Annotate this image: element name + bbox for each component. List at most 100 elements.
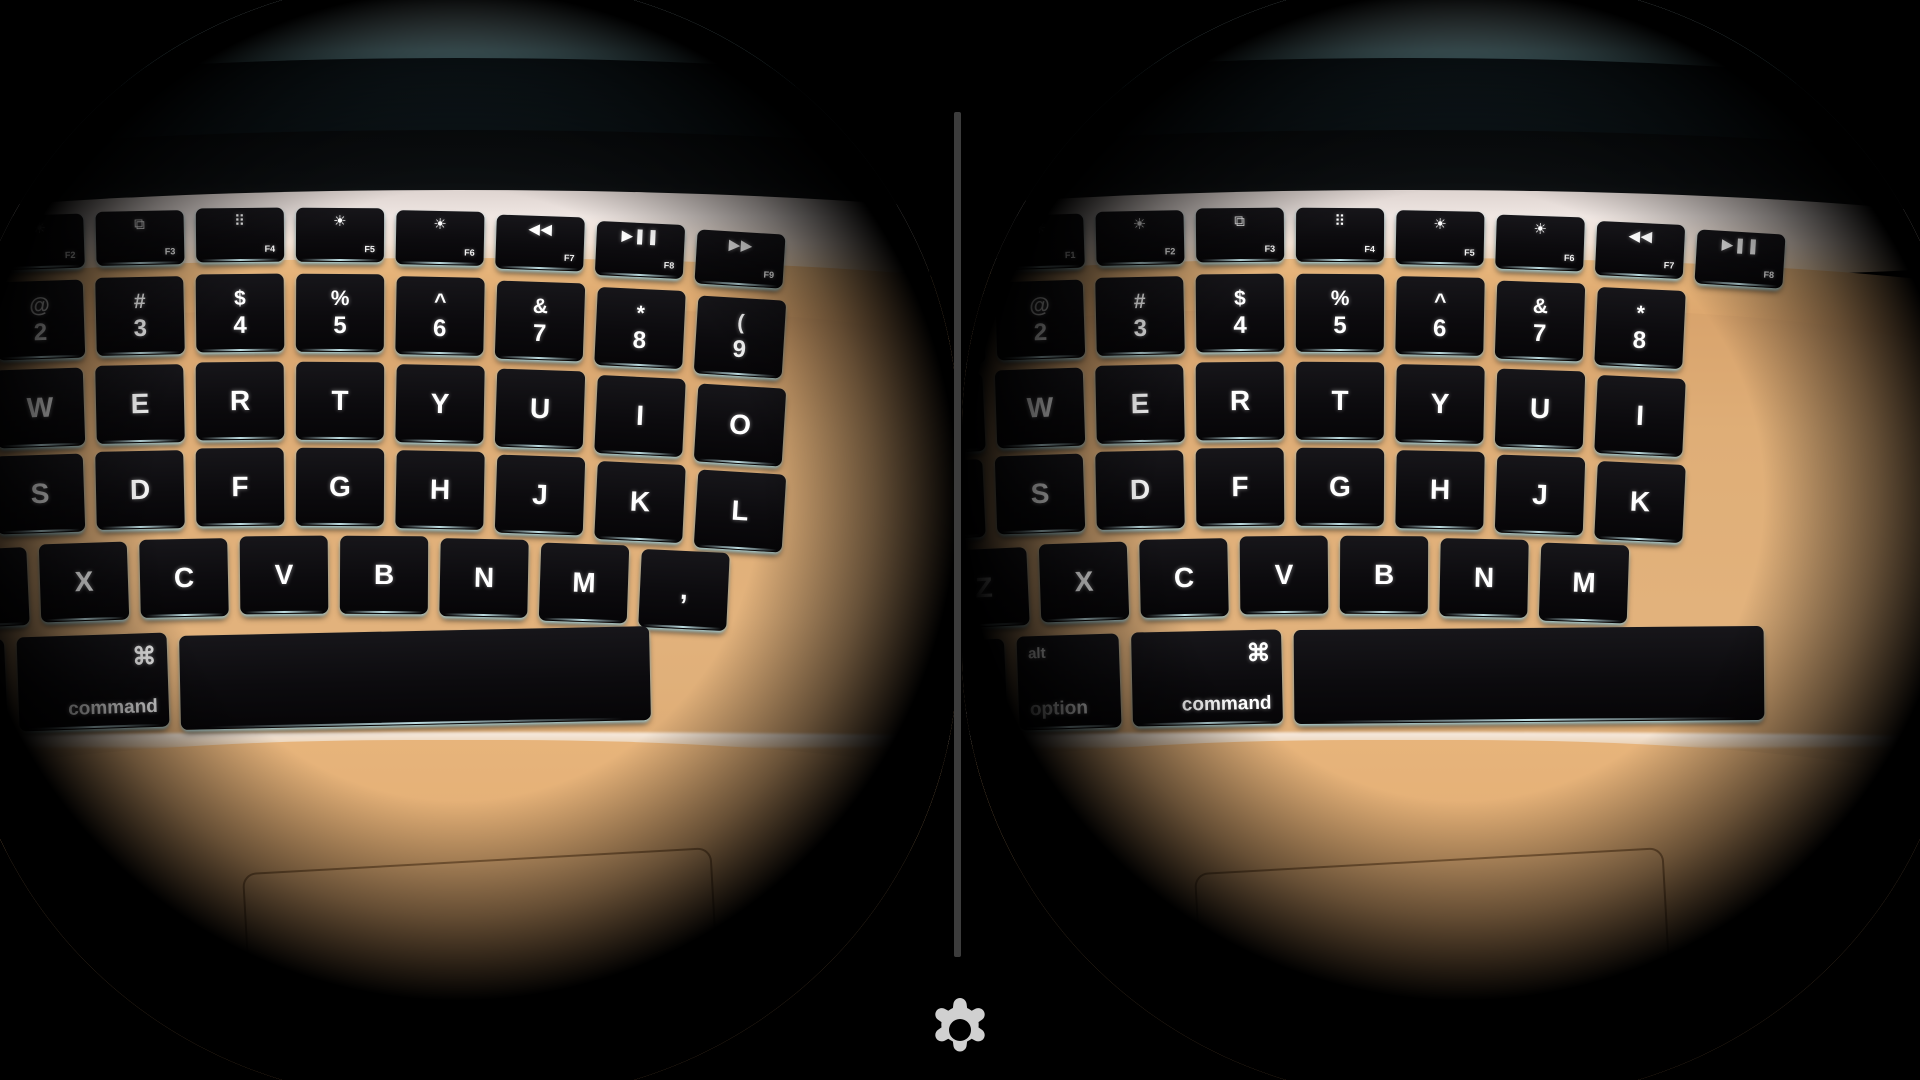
key-7[interactable]: & 7	[494, 280, 586, 362]
key-esc[interactable]: esc	[962, 219, 986, 277]
key-command[interactable]: ⌘ command	[16, 632, 170, 732]
key-v[interactable]: V	[239, 535, 329, 615]
key-4[interactable]: $ 4	[195, 273, 285, 353]
key-r[interactable]: R	[1195, 361, 1285, 441]
key-z[interactable]: Z	[0, 547, 30, 629]
key-d[interactable]: D	[1095, 450, 1185, 530]
key-7-shift: &	[532, 294, 549, 319]
key-q[interactable]: Q	[962, 373, 986, 455]
key-s[interactable]: S	[994, 453, 1086, 535]
key-f[interactable]: F	[195, 447, 285, 527]
key-s[interactable]: S	[0, 453, 86, 535]
key-f4[interactable]: ⠿ F4	[1295, 207, 1385, 263]
key-control[interactable]: control	[962, 638, 1009, 738]
key-t[interactable]: T	[295, 361, 385, 441]
key-h[interactable]: H	[395, 450, 485, 530]
key-f6[interactable]: ☀ F6	[1495, 214, 1585, 272]
key-u[interactable]: U	[494, 368, 586, 450]
key-1[interactable]: ! 1	[962, 285, 986, 367]
key-5[interactable]: % 5	[295, 273, 385, 353]
key-3[interactable]: # 3	[1095, 276, 1185, 356]
key-f[interactable]: F	[1195, 447, 1285, 527]
key-f3[interactable]: ⧉ F3	[95, 210, 185, 266]
key-w[interactable]: W	[994, 367, 1086, 449]
key-y[interactable]: Y	[1395, 364, 1485, 444]
key-8[interactable]: * 8	[1594, 286, 1686, 370]
left-eye-scene: ☀ F1 ☀ F2 ⧉ F3 ⠿ F4	[0, 0, 958, 1080]
key-comma[interactable]: ,	[638, 548, 730, 632]
top-letter-row: Q W E R T Y U I	[962, 361, 1896, 458]
key-f7[interactable]: ◀◀ F7	[495, 214, 585, 272]
key-8[interactable]: * 8	[594, 286, 686, 370]
number-key-row: ! 1 @ 2 # 3 $ 4 % 5	[962, 273, 1896, 370]
key-h[interactable]: H	[1395, 450, 1485, 530]
modifier-key-row: control alt option ⌘ command	[962, 625, 1896, 738]
key-n[interactable]: N	[1439, 538, 1529, 618]
bottom-letter-row: Z X C V B N M ,	[0, 535, 896, 632]
key-space[interactable]	[179, 626, 651, 730]
settings-button[interactable]	[910, 988, 1010, 1072]
key-f3[interactable]: ⧉ F3	[1195, 207, 1285, 263]
key-j[interactable]: J	[494, 454, 586, 536]
key-f2[interactable]: ☀ F2	[0, 213, 85, 271]
key-f6[interactable]: ☀ F6	[395, 210, 485, 266]
key-command[interactable]: ⌘ command	[1131, 629, 1283, 727]
key-m[interactable]: M	[1538, 542, 1630, 624]
key-f7[interactable]: ◀◀ F7	[1594, 220, 1686, 280]
key-option[interactable]: alt option	[1016, 633, 1122, 731]
key-f2-label: F2	[64, 249, 76, 261]
key-b[interactable]: B	[1339, 535, 1429, 615]
key-n[interactable]: N	[439, 538, 529, 618]
key-6[interactable]: ^ 6	[1395, 276, 1485, 356]
key-v[interactable]: V	[1239, 535, 1329, 615]
key-z[interactable]: Z	[962, 547, 1030, 629]
key-4-base: 4	[233, 311, 247, 340]
home-letter-row: A S D F G H J K	[962, 447, 1896, 544]
key-u[interactable]: U	[1494, 368, 1586, 450]
key-c[interactable]: C	[139, 538, 229, 618]
key-i[interactable]: I	[594, 374, 686, 458]
brightness-high-icon: ☀	[32, 219, 47, 238]
key-x[interactable]: X	[38, 541, 130, 623]
key-f2[interactable]: ☀ F2	[1095, 210, 1185, 266]
key-3-base: 3	[133, 314, 148, 343]
key-f5[interactable]: ☀ F5	[295, 207, 385, 263]
key-a[interactable]: A	[962, 459, 986, 541]
key-i[interactable]: I	[1594, 374, 1686, 458]
key-b[interactable]: B	[339, 535, 429, 615]
key-y[interactable]: Y	[395, 364, 485, 444]
key-g[interactable]: G	[1295, 447, 1385, 527]
key-6[interactable]: ^ 6	[395, 276, 485, 356]
key-7[interactable]: & 7	[1494, 280, 1586, 362]
key-j[interactable]: J	[1494, 454, 1586, 536]
key-f3-label: F3	[164, 246, 176, 257]
rewind-icon: ◀◀	[1628, 227, 1654, 246]
key-f1[interactable]: ☀ F1	[995, 213, 1085, 271]
key-command-label: command	[67, 695, 159, 720]
key-k[interactable]: K	[594, 460, 686, 544]
key-t[interactable]: T	[1295, 361, 1385, 441]
key-2[interactable]: @ 2	[994, 279, 1086, 361]
key-r[interactable]: R	[195, 361, 285, 441]
key-space[interactable]	[1293, 625, 1765, 725]
key-f4[interactable]: ⠿ F4	[195, 207, 285, 263]
key-option[interactable]: alt option	[0, 638, 9, 738]
key-f2-label: F2	[1164, 246, 1176, 257]
key-2[interactable]: @ 2	[0, 279, 86, 361]
key-5[interactable]: % 5	[1295, 273, 1385, 353]
key-m[interactable]: M	[538, 542, 630, 624]
key-w[interactable]: W	[0, 367, 86, 449]
key-3[interactable]: # 3	[95, 276, 185, 356]
key-f8[interactable]: ▶❚❚ F8	[594, 220, 686, 280]
key-f5[interactable]: ☀ F5	[1395, 210, 1485, 266]
key-e[interactable]: E	[1095, 364, 1185, 444]
key-4[interactable]: $ 4	[1195, 273, 1285, 353]
key-x[interactable]: X	[1038, 541, 1130, 623]
key-g[interactable]: G	[295, 447, 385, 527]
key-e[interactable]: E	[95, 364, 185, 444]
key-k[interactable]: K	[1594, 460, 1686, 544]
key-d[interactable]: D	[95, 450, 185, 530]
key-f3-label: F3	[1264, 243, 1276, 254]
key-4-shift: $	[1233, 286, 1246, 311]
key-c[interactable]: C	[1139, 538, 1229, 618]
